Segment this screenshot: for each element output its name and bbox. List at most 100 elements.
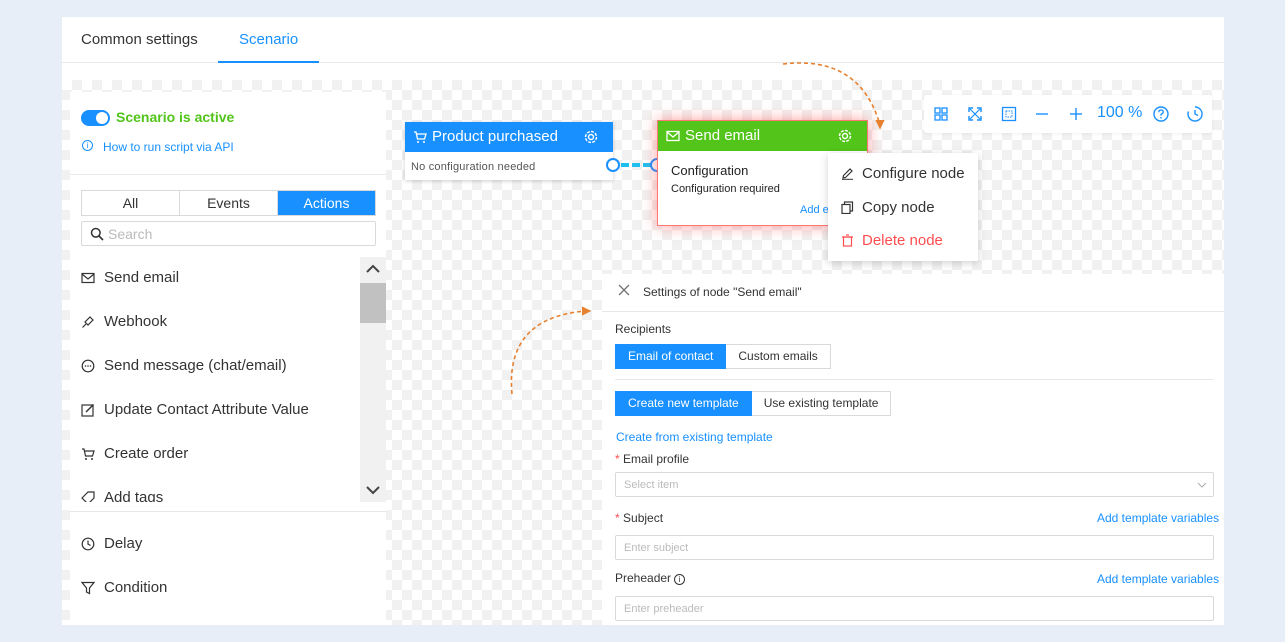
scenario-active-toggle[interactable] — [81, 110, 110, 126]
list-item-add-tags[interactable]: Add tags — [70, 477, 360, 502]
info-icon: i — [674, 574, 686, 585]
search-input[interactable] — [108, 224, 368, 243]
node-config-title: Configuration — [671, 163, 749, 178]
create-new-template-button[interactable]: Create new template — [615, 391, 752, 416]
pencil-icon — [842, 168, 853, 180]
copy-icon — [841, 201, 854, 214]
list-item-label: Delay — [104, 535, 143, 552]
clock-icon — [81, 537, 95, 551]
use-existing-template-button[interactable]: Use existing template — [751, 391, 892, 416]
subject-add-variables-link[interactable]: Add template variables — [1097, 511, 1219, 525]
node-product-purchased[interactable]: Product purchased No configuration neede… — [405, 122, 613, 180]
top-tabs: Common settings Scenario — [62, 17, 1224, 63]
node-subtitle: No configuration needed — [411, 161, 536, 173]
menu-item-configure-node[interactable]: Configure node — [828, 157, 978, 190]
zoom-out-icon[interactable] — [1033, 105, 1051, 123]
list-item-label: Webhook — [104, 313, 168, 330]
tab-common-settings[interactable]: Common settings — [81, 17, 198, 63]
app-window: Common settings Scenario Scenario is act… — [62, 17, 1224, 625]
list-item-webhook[interactable]: Webhook — [70, 301, 360, 345]
tag-icon — [81, 491, 95, 502]
template-toggle: Create new template Use existing templat… — [615, 391, 892, 416]
webhook-icon — [82, 316, 94, 328]
subject-label: * Subject — [615, 511, 664, 525]
mail-icon — [666, 130, 680, 142]
menu-item-label: Configure node — [862, 165, 965, 182]
cart-icon — [82, 448, 95, 460]
list-item-delay[interactable]: Delay — [70, 523, 386, 567]
gear-icon[interactable] — [583, 129, 599, 145]
create-from-existing-link[interactable]: Create from existing template — [616, 430, 773, 444]
search-box — [81, 221, 376, 246]
recipients-toggle: Email of contact Custom emails — [615, 344, 831, 369]
zoom-in-icon[interactable] — [1067, 105, 1085, 123]
trash-icon — [842, 234, 853, 247]
chevron-down-icon — [1197, 482, 1207, 488]
list-item-create-order[interactable]: Create order — [70, 433, 360, 477]
filter-tabs: All Events Actions — [81, 190, 376, 216]
filter-tab-actions[interactable]: Actions — [278, 191, 375, 215]
mail-icon — [81, 272, 95, 284]
node-config-status: Configuration required — [671, 183, 780, 195]
node-connection[interactable] — [621, 163, 651, 167]
list-item-label: Add tags — [104, 489, 164, 502]
list-item-update-attribute[interactable]: Update Contact Attribute Value — [70, 389, 360, 433]
recipients-label: Recipients — [615, 322, 672, 336]
info-icon: i — [82, 140, 93, 151]
menu-item-delete-node[interactable]: Delete node — [828, 224, 978, 257]
left-panel: Scenario is active i How to run script v… — [70, 92, 386, 625]
chevron-down-icon[interactable] — [360, 480, 386, 500]
menu-item-label: Copy node — [862, 199, 935, 216]
preheader-add-variables-link[interactable]: Add template variables — [1097, 572, 1219, 586]
tab-scenario[interactable]: Scenario — [218, 17, 320, 63]
list-item-label: Update Contact Attribute Value — [104, 401, 309, 418]
email-profile-select[interactable] — [615, 472, 1214, 497]
email-profile-input[interactable] — [624, 476, 1194, 493]
email-of-contact-button[interactable]: Email of contact — [615, 344, 727, 369]
canvas-toolbar: 100 % — [924, 95, 1212, 133]
custom-emails-button[interactable]: Custom emails — [726, 344, 831, 369]
list-item-send-message[interactable]: Send message (chat/email) — [70, 345, 360, 389]
panel-divider — [70, 174, 386, 175]
subject-field — [615, 535, 1214, 560]
node-add-link[interactable]: Add e — [800, 204, 829, 216]
list-item-label: Condition — [104, 579, 168, 596]
preheader-input[interactable] — [624, 600, 1194, 617]
node-title: Send email — [685, 127, 761, 144]
preheader-field — [615, 596, 1214, 621]
node-settings-panel: Settings of node "Send email" Recipients… — [602, 274, 1224, 625]
close-icon[interactable] — [618, 284, 630, 296]
zoom-level: 100 % — [1097, 104, 1143, 121]
list-item-send-email[interactable]: Send email — [70, 257, 360, 301]
node-header[interactable]: Send email — [658, 121, 867, 151]
node-context-menu: Configure node Copy node Delete node — [828, 153, 978, 261]
list-item-label: Send message (chat/email) — [104, 357, 287, 374]
filter-tab-events[interactable]: Events — [180, 191, 278, 215]
scroll-thumb[interactable] — [360, 283, 386, 323]
gear-icon[interactable] — [837, 128, 853, 144]
list-item-label: Send email — [104, 269, 180, 286]
cart-icon — [414, 131, 427, 143]
node-header[interactable]: Product purchased — [405, 122, 613, 152]
fit-view-icon[interactable] — [1000, 105, 1018, 123]
list-item-label: Create order — [104, 445, 189, 462]
subject-input[interactable] — [624, 539, 1194, 556]
help-icon[interactable] — [1152, 105, 1170, 123]
grid-icon[interactable] — [932, 105, 950, 123]
action-list: Send email Webhook Send message (chat/em… — [70, 257, 386, 502]
list-scrollbar[interactable] — [360, 257, 386, 502]
search-icon — [90, 227, 104, 241]
api-help-link[interactable]: How to run script via API — [103, 140, 234, 154]
menu-item-copy-node[interactable]: Copy node — [828, 191, 978, 224]
preheader-label: Preheader i — [615, 571, 686, 585]
scenario-status-label: Scenario is active — [116, 109, 235, 125]
chevron-up-icon[interactable] — [360, 259, 386, 279]
menu-item-label: Delete node — [862, 232, 943, 249]
list-item-condition[interactable]: Condition — [70, 567, 386, 611]
history-icon[interactable] — [1186, 105, 1204, 123]
fullscreen-icon[interactable] — [966, 105, 984, 123]
edit-icon — [81, 404, 94, 417]
output-port[interactable] — [606, 158, 620, 172]
panel-divider — [70, 511, 386, 512]
filter-tab-all[interactable]: All — [82, 191, 180, 215]
